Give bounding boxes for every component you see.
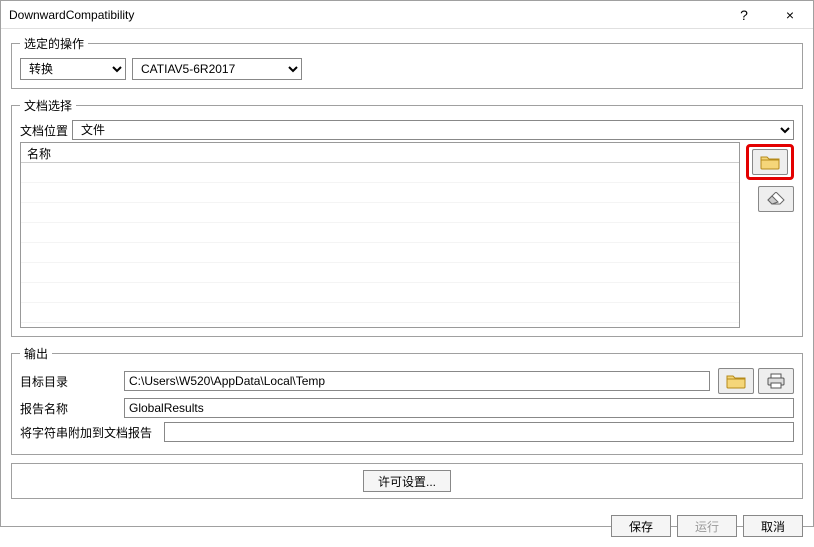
save-button[interactable]: 保存 bbox=[611, 515, 671, 537]
operation-action-select[interactable]: 转换 bbox=[20, 58, 126, 80]
doc-location-label: 文档位置 bbox=[20, 122, 68, 139]
operation-group: 选定的操作 转换 CATIAV5-6R2017 bbox=[11, 35, 803, 89]
permissions-button[interactable]: 许可设置... bbox=[363, 470, 451, 492]
output-legend: 输出 bbox=[20, 345, 52, 362]
window-title: DownwardCompatibility bbox=[9, 8, 721, 22]
output-group: 输出 目标目录 bbox=[11, 345, 803, 455]
target-dir-browse-button[interactable] bbox=[718, 368, 754, 394]
operation-version-select[interactable]: CATIAV5-6R2017 bbox=[132, 58, 302, 80]
report-name-input[interactable] bbox=[124, 398, 794, 418]
target-dir-label: 目标目录 bbox=[20, 373, 120, 390]
eraser-icon bbox=[766, 192, 786, 206]
footer: 保存 运行 取消 bbox=[1, 511, 813, 547]
target-dir-input[interactable] bbox=[124, 371, 710, 391]
document-select-group: 文档选择 文档位置 文件 名称 bbox=[11, 97, 803, 337]
document-list[interactable]: 名称 bbox=[20, 142, 740, 328]
run-button[interactable]: 运行 bbox=[677, 515, 737, 537]
content-area: 选定的操作 转换 CATIAV5-6R2017 文档选择 文档位置 文件 bbox=[1, 29, 813, 511]
append-string-input[interactable] bbox=[164, 422, 794, 442]
append-string-label: 将字符串附加到文档报告 bbox=[20, 424, 160, 441]
operation-legend: 选定的操作 bbox=[20, 35, 88, 52]
report-name-label: 报告名称 bbox=[20, 400, 120, 417]
close-button[interactable]: × bbox=[767, 1, 813, 29]
list-body bbox=[21, 163, 739, 327]
dialog-window: DownwardCompatibility ? × 选定的操作 转换 CATIA… bbox=[0, 0, 814, 527]
folder-icon bbox=[760, 154, 780, 170]
folder-icon bbox=[726, 373, 746, 389]
help-button[interactable]: ? bbox=[721, 1, 767, 29]
browse-button[interactable] bbox=[752, 149, 788, 175]
printer-icon bbox=[766, 373, 786, 389]
titlebar: DownwardCompatibility ? × bbox=[1, 1, 813, 29]
permissions-row: 许可设置... bbox=[11, 463, 803, 499]
browse-highlight bbox=[746, 144, 794, 180]
cancel-button[interactable]: 取消 bbox=[743, 515, 803, 537]
document-select-legend: 文档选择 bbox=[20, 97, 76, 114]
doc-location-select[interactable]: 文件 bbox=[72, 120, 794, 140]
clear-button[interactable] bbox=[758, 186, 794, 212]
print-button[interactable] bbox=[758, 368, 794, 394]
list-header-name: 名称 bbox=[21, 143, 739, 163]
